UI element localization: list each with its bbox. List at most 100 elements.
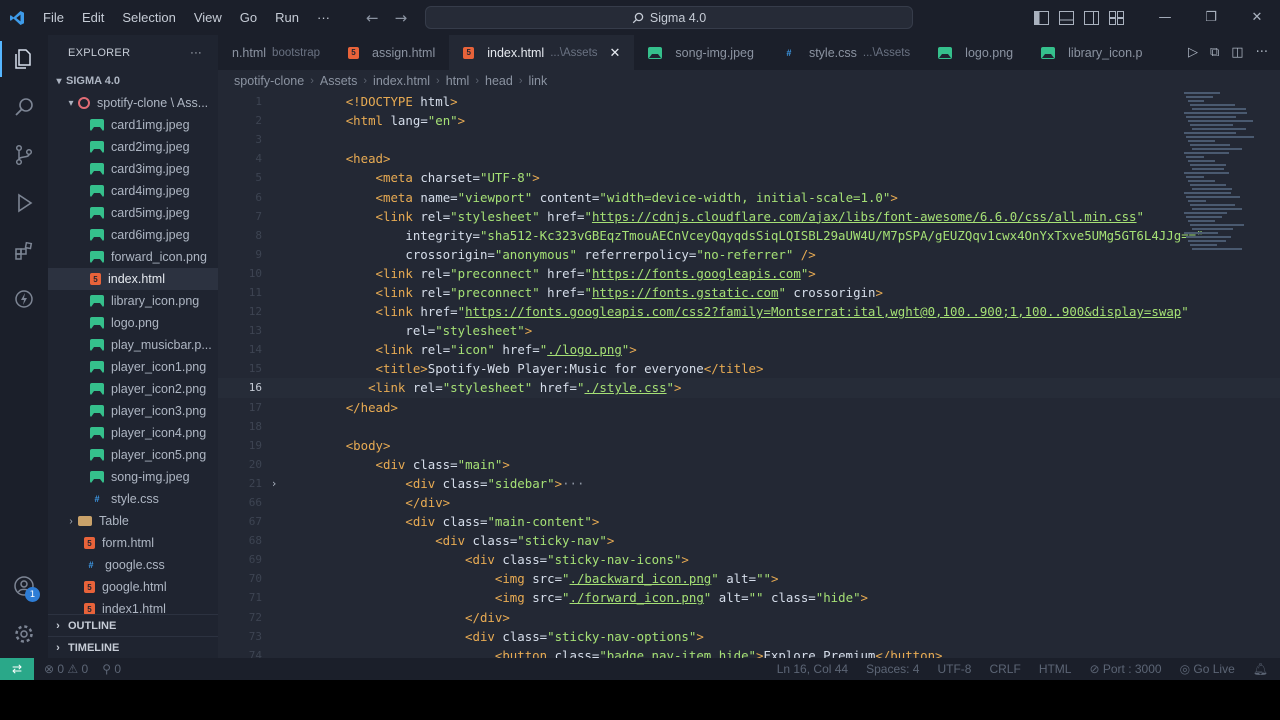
menu-item-file[interactable]: File — [34, 10, 73, 25]
file-item[interactable]: # google.css — [48, 554, 218, 576]
toggle-panel-icon[interactable] — [1059, 10, 1074, 25]
editor-tab[interactable]: logo.png — [924, 35, 1027, 70]
remote-explorer-icon[interactable] — [0, 275, 48, 323]
explorer-icon[interactable] — [0, 35, 48, 83]
vscode-logo-icon[interactable] — [0, 0, 34, 35]
editor-tab[interactable]: n.html bootstrap — [218, 35, 334, 70]
breadcrumb-item[interactable]: index.html — [373, 74, 430, 88]
search-view-icon[interactable] — [0, 83, 48, 131]
live-server-port[interactable]: ⊘ Port : 3000 — [1089, 662, 1161, 676]
code-line[interactable]: 19 <body> — [218, 436, 1280, 455]
code-line[interactable]: 14 <link rel="icon" href="./logo.png"> — [218, 340, 1280, 359]
close-tab-icon[interactable]: ✕ — [610, 45, 621, 61]
minimize-icon[interactable]: — — [1142, 0, 1188, 35]
code-line[interactable]: 1 <!DOCTYPE html> — [218, 92, 1280, 111]
code-line[interactable]: 66 </div> — [218, 493, 1280, 512]
file-item[interactable]: card5img.jpeg — [48, 202, 218, 224]
code-line[interactable]: 74 <button class="badge nav-item hide">E… — [218, 646, 1280, 658]
split-editor-icon[interactable]: ◫ — [1231, 45, 1243, 60]
explorer-more-icon[interactable]: ··· — [190, 47, 202, 59]
file-item[interactable]: player_icon1.png — [48, 356, 218, 378]
code-line[interactable]: 67 <div class="main-content"> — [218, 512, 1280, 531]
file-item[interactable]: google.html — [48, 576, 218, 598]
folder-spotify-clone[interactable]: ▾ spotify-clone \ Ass... — [48, 92, 218, 114]
code-line[interactable]: 68 <div class="sticky-nav"> — [218, 531, 1280, 550]
editor-tab[interactable]: # style.css ...\Assets — [768, 35, 924, 70]
code-line[interactable]: 72 </div> — [218, 608, 1280, 627]
code-line[interactable]: 69 <div class="sticky-nav-icons"> — [218, 550, 1280, 569]
code-line[interactable]: 9 crossorigin="anonymous" referrerpolicy… — [218, 245, 1280, 264]
minimap[interactable] — [1184, 92, 1270, 292]
encoding[interactable]: UTF-8 — [937, 662, 971, 676]
editor-tab[interactable]: assign.html — [334, 35, 449, 70]
language-mode[interactable]: HTML — [1039, 662, 1072, 676]
file-item[interactable]: card3img.jpeg — [48, 158, 218, 180]
breadcrumb-item[interactable]: head — [485, 74, 513, 88]
back-arrow-icon[interactable]: ← — [366, 9, 379, 27]
code-line[interactable]: 8 integrity="sha512-Kc323vGBEqzTmouAECnV… — [218, 226, 1280, 245]
indentation[interactable]: Spaces: 4 — [866, 662, 919, 676]
menu-item-go[interactable]: Go — [231, 10, 266, 25]
cursor-position[interactable]: Ln 16, Col 44 — [777, 662, 848, 676]
remote-indicator-icon[interactable]: ⇄ — [0, 658, 34, 680]
fold-chevron-icon[interactable]: › — [262, 477, 286, 490]
file-item[interactable]: card2img.jpeg — [48, 136, 218, 158]
code-line[interactable]: 15 <title>Spotify-Web Player:Music for e… — [218, 359, 1280, 378]
code-line[interactable]: 13 rel="stylesheet"> — [218, 321, 1280, 340]
code-line[interactable]: 18 — [218, 417, 1280, 436]
code-line[interactable]: 17 </head> — [218, 398, 1280, 417]
file-item[interactable]: card4img.jpeg — [48, 180, 218, 202]
file-item[interactable]: song-img.jpeg — [48, 466, 218, 488]
code-line[interactable]: 73 <div class="sticky-nav-options"> — [218, 627, 1280, 646]
code-editor[interactable]: 1 <!DOCTYPE html> 2 <html lang="en"> 3 4 <… — [218, 92, 1280, 658]
code-line[interactable]: 70 <img src="./backward_icon.png" alt=""… — [218, 569, 1280, 588]
end-of-line[interactable]: CRLF — [989, 662, 1020, 676]
code-line[interactable]: 2 <html lang="en"> — [218, 111, 1280, 130]
editor-tab[interactable]: song-img.jpeg — [634, 35, 768, 70]
code-line[interactable]: 3 — [218, 130, 1280, 149]
file-item[interactable]: logo.png — [48, 312, 218, 334]
code-line[interactable]: 21 › <div class="sidebar">··· — [218, 474, 1280, 493]
code-line[interactable]: 16 <link rel="stylesheet" href="./style.… — [218, 378, 1280, 398]
notifications-bell-icon[interactable]: 🔔︎ — [1253, 662, 1268, 676]
menu-item-edit[interactable]: Edit — [73, 10, 113, 25]
toggle-secondary-sidebar-icon[interactable] — [1084, 10, 1099, 25]
menu-item-selection[interactable]: Selection — [113, 10, 184, 25]
code-line[interactable]: 12 <link href="https://fonts.googleapis.… — [218, 302, 1280, 321]
folder-table[interactable]: › Table — [48, 510, 218, 532]
outline-section[interactable]: › OUTLINE — [48, 614, 218, 636]
editor-tab[interactable]: library_icon.p — [1027, 35, 1156, 70]
file-item[interactable]: card6img.jpeg — [48, 224, 218, 246]
source-control-icon[interactable] — [0, 131, 48, 179]
file-item[interactable]: library_icon.png — [48, 290, 218, 312]
breadcrumb-item[interactable]: link — [528, 74, 547, 88]
ports-status[interactable]: ⚲ 0 — [102, 662, 121, 676]
close-window-icon[interactable]: ✕ — [1234, 0, 1280, 35]
code-line[interactable]: 11 <link rel="preconnect" href="https://… — [218, 283, 1280, 302]
file-item[interactable]: # style.css — [48, 488, 218, 510]
toggle-primary-sidebar-icon[interactable] — [1034, 10, 1049, 25]
workspace-root[interactable]: ▾ SIGMA 4.0 — [48, 70, 218, 92]
file-item[interactable]: index.html — [48, 268, 218, 290]
restore-icon[interactable]: ❐ — [1188, 0, 1234, 35]
accounts-icon[interactable]: 1 — [0, 562, 48, 610]
open-preview-icon[interactable]: ⧉ — [1210, 45, 1219, 60]
run-debug-icon[interactable] — [0, 179, 48, 227]
menu-item-more[interactable]: ··· — [308, 10, 339, 25]
timeline-section[interactable]: › TIMELINE — [48, 636, 218, 658]
code-line[interactable]: 71 <img src="./forward_icon.png" alt="" … — [218, 588, 1280, 607]
extensions-icon[interactable] — [0, 227, 48, 275]
code-line[interactable]: 5 <meta charset="UTF-8"> — [218, 168, 1280, 187]
file-item[interactable]: player_icon4.png — [48, 422, 218, 444]
breadcrumb-item[interactable]: html — [446, 74, 470, 88]
file-item[interactable]: player_icon5.png — [48, 444, 218, 466]
code-line[interactable]: 6 <meta name="viewport" content="width=d… — [218, 187, 1280, 206]
code-line[interactable]: 4 <head> — [218, 149, 1280, 168]
go-live-button[interactable]: ◎ Go Live — [1180, 662, 1235, 676]
menu-item-view[interactable]: View — [185, 10, 231, 25]
editor-tab[interactable]: index.html ...\Assets ✕ — [449, 35, 635, 70]
menu-item-run[interactable]: Run — [266, 10, 308, 25]
file-item[interactable]: card1img.jpeg — [48, 114, 218, 136]
forward-arrow-icon[interactable]: → — [395, 9, 408, 27]
breadcrumb-item[interactable]: Assets — [320, 74, 358, 88]
